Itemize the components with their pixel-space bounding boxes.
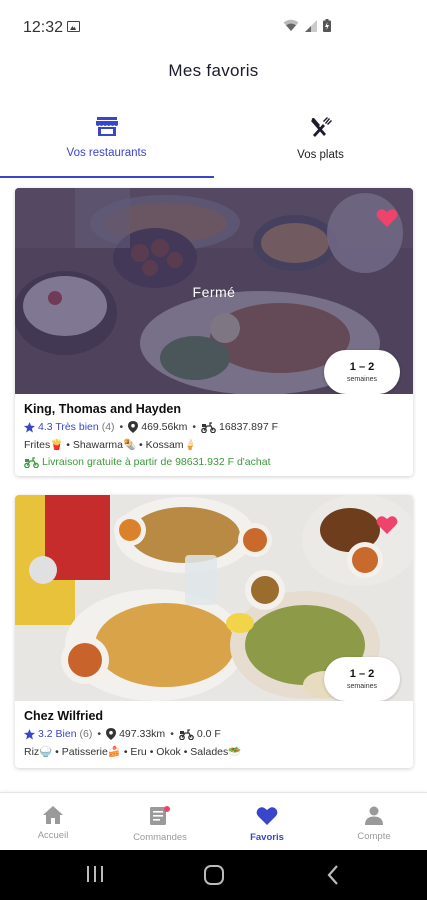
recent-apps-icon[interactable]: [86, 864, 104, 884]
active-tab-indicator: [0, 176, 214, 178]
status-time: 12:32: [23, 19, 64, 36]
restaurant-photo: 1 – 2 semaines: [15, 495, 413, 701]
restaurant-card[interactable]: Fermé 1 – 2 semaines King, Thomas and Ha…: [15, 188, 413, 476]
delivery-fee: 0.0 F: [196, 728, 221, 740]
system-navigation-bar: [0, 850, 427, 900]
location-pin-icon: [128, 421, 139, 433]
status-icons: [283, 19, 331, 32]
restaurant-categories: Riz🍚 • Patisserie🍰 • Eru • Okok • Salade…: [24, 746, 242, 758]
closed-status-label: Fermé: [192, 284, 236, 300]
delay-unit: semaines: [347, 376, 377, 383]
home-button-icon[interactable]: [203, 864, 225, 886]
separator-dot: •: [119, 421, 124, 433]
restaurant-categories: Frites🍟 • Shawarma🌯 • Kossam🍦: [24, 439, 197, 451]
restaurant-photo: Fermé 1 – 2 semaines: [15, 188, 413, 394]
nav-label-favorites: Favoris: [250, 832, 284, 843]
wifi-icon: [283, 19, 299, 31]
nav-item-orders[interactable]: Commandes: [107, 793, 213, 851]
favorites-tabs: Vos restaurants Vos plats: [0, 108, 427, 178]
heart-icon: [376, 516, 398, 534]
distance-value: 497.33km: [119, 728, 166, 740]
delivery-delay-badge: 1 – 2 semaines: [324, 657, 400, 701]
delay-unit: semaines: [347, 683, 377, 690]
user-icon: [365, 806, 383, 825]
restaurant-info: Chez Wilfried 3.2 Bien (6) • 497.33km • …: [15, 701, 413, 758]
delivery-delay-badge: 1 – 2 semaines: [324, 350, 400, 394]
tab-restaurants[interactable]: Vos restaurants: [0, 108, 213, 178]
delay-value: 1 – 2: [349, 668, 375, 680]
nav-item-favorites[interactable]: Favoris: [214, 793, 320, 851]
delivery-fee: 16837.897 F: [219, 421, 279, 433]
separator-dot: •: [170, 728, 174, 740]
restaurant-meta-row: 4.3 Très bien (4) • 469.56km • 16837.897…: [24, 421, 404, 433]
delay-value: 1 – 2: [349, 361, 375, 373]
free-delivery-promo: Livraison gratuite à partir de 98631.932…: [24, 456, 404, 468]
nav-label-account: Compte: [357, 831, 391, 842]
scooter-icon: [179, 728, 194, 740]
rating-count: (6): [79, 728, 93, 740]
orders-icon: [150, 806, 170, 825]
home-icon: [43, 806, 63, 824]
restaurant-name: Chez Wilfried: [24, 709, 104, 723]
heart-icon: [376, 209, 398, 227]
star-icon: [24, 728, 35, 740]
tab-dishes[interactable]: Vos plats: [214, 108, 427, 178]
favorite-heart-button[interactable]: [376, 515, 398, 540]
tab-restaurants-label: Vos restaurants: [66, 147, 147, 159]
back-icon[interactable]: [326, 864, 340, 886]
page-title: Mes favoris: [168, 61, 259, 80]
restaurant-info: King, Thomas and Hayden 4.3 Très bien (4…: [15, 394, 413, 468]
promo-text: Livraison gratuite à partir de 98631.932…: [42, 456, 271, 468]
scooter-icon: [201, 421, 216, 433]
separator-dot: •: [192, 421, 197, 433]
location-pin-icon: [106, 728, 117, 740]
status-bar: 12:32: [0, 0, 427, 56]
signal-icon: [305, 19, 317, 32]
store-icon: [95, 117, 118, 136]
tab-dishes-label: Vos plats: [297, 149, 344, 161]
nav-item-home[interactable]: Accueil: [0, 793, 106, 851]
heart-icon: [256, 807, 278, 825]
scooter-icon: [24, 456, 39, 468]
restaurant-name: King, Thomas and Hayden: [24, 402, 181, 416]
nav-label-orders: Commandes: [133, 832, 187, 843]
distance-value: 469.56km: [141, 421, 188, 433]
bottom-navigation: Accueil Commandes Favoris Compte: [0, 792, 427, 850]
battery-icon: [323, 19, 331, 32]
nav-label-home: Accueil: [37, 830, 69, 841]
rating-value: 4.3 Très bien: [38, 421, 99, 433]
rating-count: (4): [101, 421, 115, 433]
favorite-heart-button[interactable]: [376, 208, 398, 233]
restaurant-card[interactable]: 1 – 2 semaines Chez Wilfried 3.2 Bien (6…: [15, 495, 413, 768]
separator-dot: •: [97, 728, 102, 740]
fork-knife-icon: [310, 117, 332, 137]
nav-item-account[interactable]: Compte: [321, 793, 427, 851]
star-icon: [24, 421, 35, 433]
gallery-notification-icon: [67, 21, 80, 32]
restaurant-meta-row: 3.2 Bien (6) • 497.33km • 0.0 F: [24, 728, 404, 740]
rating-value: 3.2 Bien: [38, 728, 77, 740]
